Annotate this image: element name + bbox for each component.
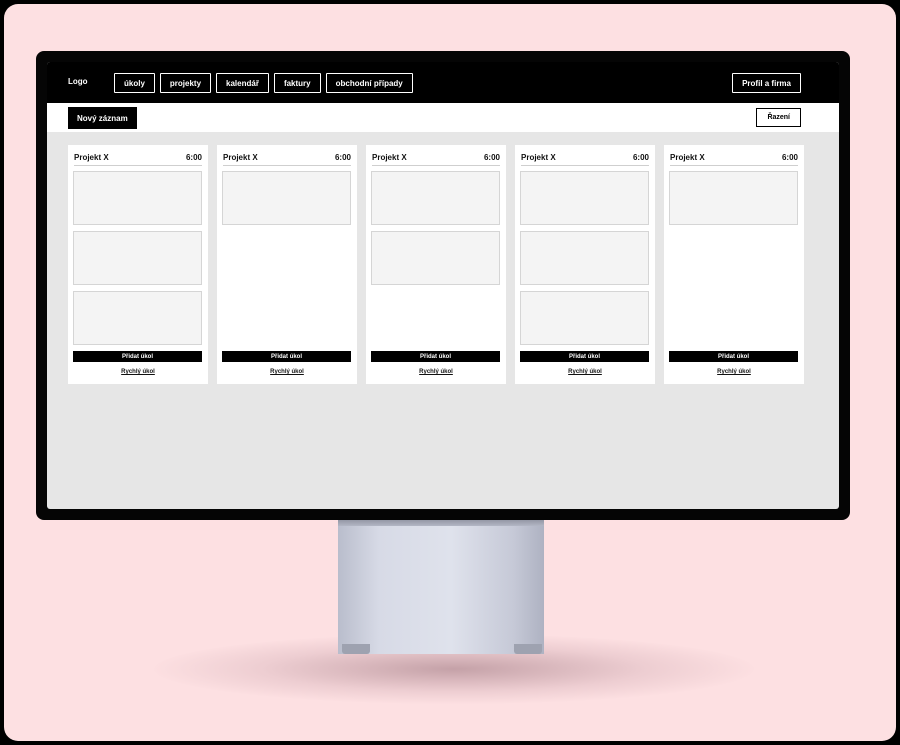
column-time: 6:00: [185, 152, 202, 162]
column-time: 6:00: [632, 152, 649, 162]
task-list: [222, 171, 351, 225]
new-record-button[interactable]: Nový záznam: [68, 107, 137, 129]
nav-projekty[interactable]: projekty: [159, 73, 212, 93]
column-title: Projekt X: [372, 152, 407, 162]
task-card[interactable]: [520, 291, 649, 345]
sort-button[interactable]: Řazení: [756, 108, 801, 127]
add-task-button[interactable]: Přidat úkol: [222, 351, 351, 362]
project-column: Projekt X 6:00 Přidat úkol Rychlý úkol: [515, 145, 655, 384]
monitor-stand: [338, 516, 544, 654]
task-card[interactable]: [73, 231, 202, 285]
task-card[interactable]: [371, 231, 500, 285]
column-title: Projekt X: [670, 152, 705, 162]
task-card[interactable]: [520, 231, 649, 285]
quick-task-link[interactable]: Rychlý úkol: [664, 369, 804, 375]
add-task-button[interactable]: Přidat úkol: [73, 351, 202, 362]
top-navigation-bar: Logo úkoly projekty kalendář faktury obc…: [47, 62, 839, 103]
project-column: Projekt X 6:00 Přidat úkol Rychlý úkol: [664, 145, 804, 384]
task-card[interactable]: [669, 171, 798, 225]
main-navigation: úkoly projekty kalendář faktury obchodní…: [114, 73, 413, 93]
column-time: 6:00: [483, 152, 500, 162]
column-title: Projekt X: [223, 152, 258, 162]
app-screen: Logo úkoly projekty kalendář faktury obc…: [47, 62, 839, 509]
logo: Logo: [68, 77, 88, 86]
task-card[interactable]: [73, 171, 202, 225]
nav-kalendar[interactable]: kalendář: [216, 73, 269, 93]
quick-task-link[interactable]: Rychlý úkol: [217, 369, 357, 375]
monitor-stand-foot: [342, 644, 370, 654]
project-column: Projekt X 6:00 Přidat úkol Rychlý úkol: [217, 145, 357, 384]
project-column: Projekt X 6:00 Přidat úkol Rychlý úkol: [68, 145, 208, 384]
column-title: Projekt X: [521, 152, 556, 162]
column-time: 6:00: [334, 152, 351, 162]
task-list: [520, 171, 649, 345]
task-card[interactable]: [520, 171, 649, 225]
nav-ukoly[interactable]: úkoly: [114, 73, 155, 93]
monitor-stand-foot: [514, 644, 542, 654]
column-header: Projekt X 6:00: [223, 149, 351, 166]
task-list: [371, 171, 500, 285]
add-task-button[interactable]: Přidat úkol: [669, 351, 798, 362]
column-header: Projekt X 6:00: [372, 149, 500, 166]
column-title: Projekt X: [74, 152, 109, 162]
quick-task-link[interactable]: Rychlý úkol: [68, 369, 208, 375]
toolbar: Nový záznam Řazení: [47, 103, 839, 132]
quick-task-link[interactable]: Rychlý úkol: [366, 369, 506, 375]
add-task-button[interactable]: Přidat úkol: [371, 351, 500, 362]
task-card[interactable]: [222, 171, 351, 225]
nav-obchodni-pripady[interactable]: obchodní případy: [325, 73, 413, 93]
column-time: 6:00: [781, 152, 798, 162]
task-list: [73, 171, 202, 345]
column-header: Projekt X 6:00: [74, 149, 202, 166]
column-header: Projekt X 6:00: [670, 149, 798, 166]
nav-faktury[interactable]: faktury: [273, 73, 321, 93]
profile-button[interactable]: Profil a firma: [732, 73, 801, 93]
add-task-button[interactable]: Přidat úkol: [520, 351, 649, 362]
task-card[interactable]: [73, 291, 202, 345]
project-board: Projekt X 6:00 Přidat úkol Rychlý úkol P…: [68, 145, 804, 384]
quick-task-link[interactable]: Rychlý úkol: [515, 369, 655, 375]
project-column: Projekt X 6:00 Přidat úkol Rychlý úkol: [366, 145, 506, 384]
task-list: [669, 171, 798, 225]
task-card[interactable]: [371, 171, 500, 225]
column-header: Projekt X 6:00: [521, 149, 649, 166]
